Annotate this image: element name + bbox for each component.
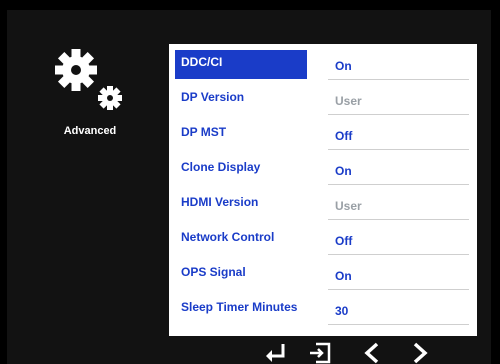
menu-item-value: On	[335, 164, 352, 178]
menu-item-dp-version[interactable]: DP Version User	[169, 79, 477, 115]
exit-button[interactable]	[308, 338, 340, 364]
menu-item-label: OPS Signal	[181, 265, 246, 279]
enter-button[interactable]	[264, 338, 296, 364]
menu-item-value: 30	[335, 304, 349, 318]
menu-item-label: Network Control	[181, 230, 275, 244]
menu-item-clone-display[interactable]: Clone Display On	[169, 149, 477, 185]
divider	[328, 324, 469, 325]
menu-item-label: DP MST	[181, 125, 227, 139]
menu-item-sleep-timer[interactable]: Sleep Timer Minutes 30	[169, 289, 477, 325]
menu-item-label: HDMI Version	[181, 195, 259, 209]
right-arrow-icon	[413, 342, 428, 364]
menu-item-value: User	[335, 94, 362, 108]
menu-item-value: On	[335, 269, 352, 283]
right-button[interactable]	[410, 338, 442, 364]
gears-icon	[55, 49, 122, 110]
menu-item-ops-signal[interactable]: OPS Signal On	[169, 254, 477, 290]
menu-item-label: DP Version	[181, 90, 245, 104]
menu-item-label: Sleep Timer Minutes	[181, 300, 298, 314]
menu-item-value: On	[335, 59, 352, 73]
menu-item-ddc-ci[interactable]: DDC/CI On	[169, 44, 477, 80]
sidebar-label: Advanced	[63, 125, 117, 137]
menu-item-hdmi-version[interactable]: HDMI Version User	[169, 184, 477, 220]
settings-panel: DDC/CI On DP Version User DP MST Off Clo…	[169, 44, 477, 336]
menu-item-dp-mst[interactable]: DP MST Off	[169, 114, 477, 150]
control-bar	[250, 338, 450, 364]
exit-icon	[310, 342, 331, 364]
menu-item-value: User	[335, 199, 362, 213]
left-button[interactable]	[362, 338, 394, 364]
menu-item-label: DDC/CI	[175, 50, 307, 79]
menu-item-value: Off	[335, 129, 353, 143]
left-arrow-icon	[364, 342, 379, 364]
menu-item-value: Off	[335, 234, 353, 248]
menu-item-network-control[interactable]: Network Control Off	[169, 219, 477, 255]
menu-item-label: Clone Display	[181, 160, 261, 174]
enter-icon	[266, 344, 285, 362]
